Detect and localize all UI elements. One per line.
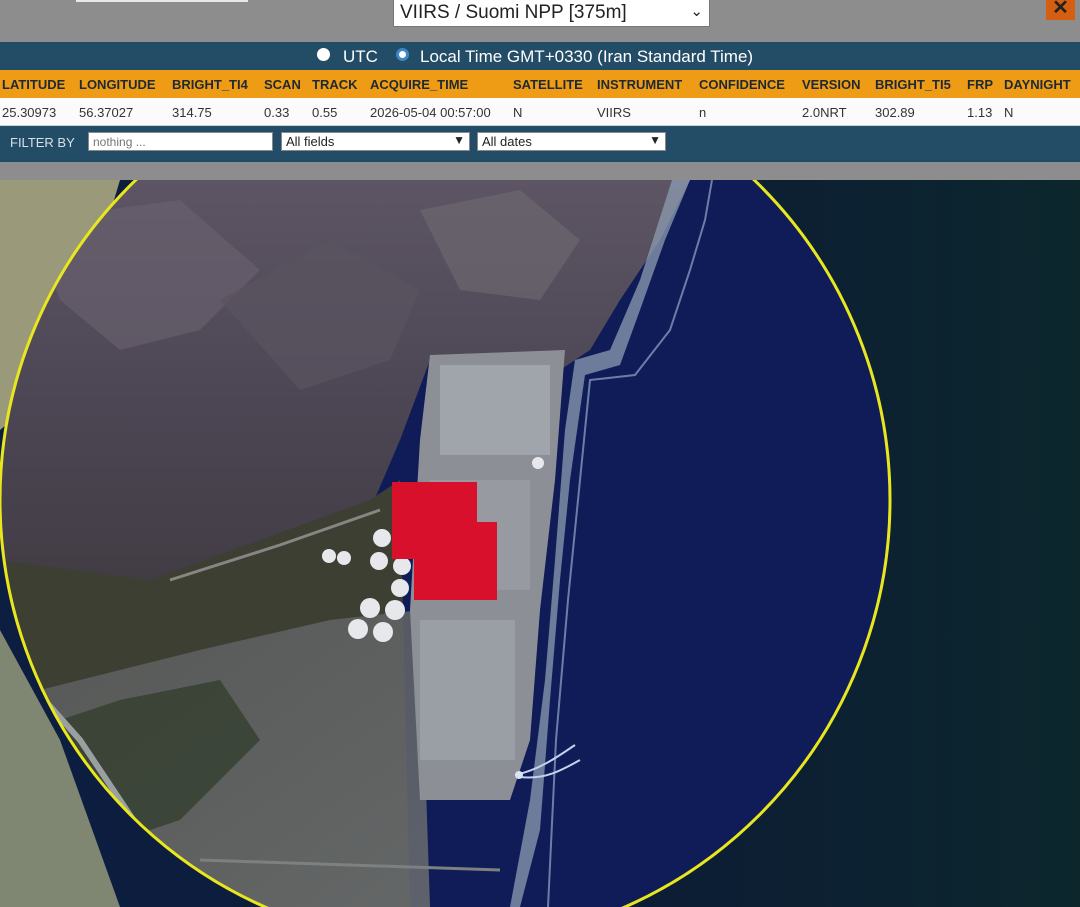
close-button[interactable]: ✕ [1046, 0, 1075, 20]
column-header-bright-ti5[interactable]: BRIGHT_TI5 [875, 77, 951, 92]
table-cell: N [1004, 105, 1014, 120]
column-header-bright-ti4[interactable]: BRIGHT_TI4 [172, 77, 248, 92]
table-cell: N [513, 105, 523, 120]
column-header-acquire-time[interactable]: ACQUIRE_TIME [370, 77, 468, 92]
timezone-selector: UTC Local Time GMT+0330 (Iran Standard T… [0, 42, 1080, 70]
table-row[interactable]: 25.30973 56.37027 314.75 0.33 0.55 2026-05-04… [0, 98, 1080, 126]
top-toolbar: VIIRS / Suomi NPP [375m] ⌄ ✕ [0, 0, 1080, 42]
column-header-satellite[interactable]: SATELLITE [513, 77, 583, 92]
column-header-confidence[interactable]: CONFIDENCE [699, 77, 785, 92]
industrial-block [420, 620, 515, 760]
column-header-scan[interactable]: SCAN [264, 77, 301, 92]
map-canvas [0, 180, 1080, 907]
date-select[interactable]: All dates ▼ [477, 132, 666, 151]
satellite-select[interactable]: VIIRS / Suomi NPP [375m] ⌄ [393, 0, 710, 27]
table-cell: 302.89 [875, 105, 915, 120]
column-header-instrument[interactable]: INSTRUMENT [597, 77, 682, 92]
column-header-latitude[interactable]: LATITUDE [2, 77, 65, 92]
column-header-longitude[interactable]: LONGITUDE [79, 77, 156, 92]
panel-divider [0, 162, 1080, 180]
field-select[interactable]: All fields ▼ [281, 132, 470, 151]
ship-icon [515, 771, 523, 779]
chevron-down-icon: ▼ [649, 133, 661, 147]
column-header-daynight[interactable]: DAYNIGHT [1004, 77, 1071, 92]
table-cell: n [699, 105, 707, 120]
table-cell: VIIRS [597, 105, 631, 120]
filter-input[interactable] [88, 132, 273, 151]
utc-label: UTC [343, 47, 378, 66]
table-header: LATITUDE LONGITUDE BRIGHT_TI4 SCAN TRACK ACQU… [0, 70, 1080, 98]
satellite-select-value: VIIRS / Suomi NPP [375m] [400, 2, 627, 23]
table-cell: 25.30973 [2, 105, 57, 120]
close-icon: ✕ [1052, 0, 1069, 19]
satellite-map[interactable] [0, 180, 1080, 907]
table-cell: 0.33 [264, 105, 290, 120]
chevron-down-icon: ▼ [453, 133, 465, 147]
table-cell: 1.13 [967, 105, 993, 120]
column-header-version[interactable]: VERSION [802, 77, 861, 92]
filter-label: FILTER BY [10, 135, 75, 150]
local-time-radio[interactable] [396, 48, 409, 61]
column-header-track[interactable]: TRACK [312, 77, 358, 92]
table-cell: 2.0NRT [802, 105, 847, 120]
table-cell: 2026-05-04 00:57:00 [370, 105, 491, 120]
table-cell: 0.55 [312, 105, 338, 120]
column-header-frp[interactable]: FRP [967, 77, 993, 92]
chevron-down-icon: ⌄ [690, 3, 703, 20]
table-cell: 314.75 [172, 105, 212, 120]
top-left-field[interactable] [76, 0, 248, 2]
utc-radio[interactable] [317, 48, 330, 61]
industrial-block [440, 365, 550, 455]
table-cell: 56.37027 [79, 105, 134, 120]
field-select-value: All fields [286, 134, 335, 149]
filter-bar: FILTER BY All fields ▼ All dates ▼ [0, 126, 1080, 162]
date-select-value: All dates [482, 134, 532, 149]
local-time-label: Local Time GMT+0330 (Iran Standard Time) [420, 47, 754, 66]
